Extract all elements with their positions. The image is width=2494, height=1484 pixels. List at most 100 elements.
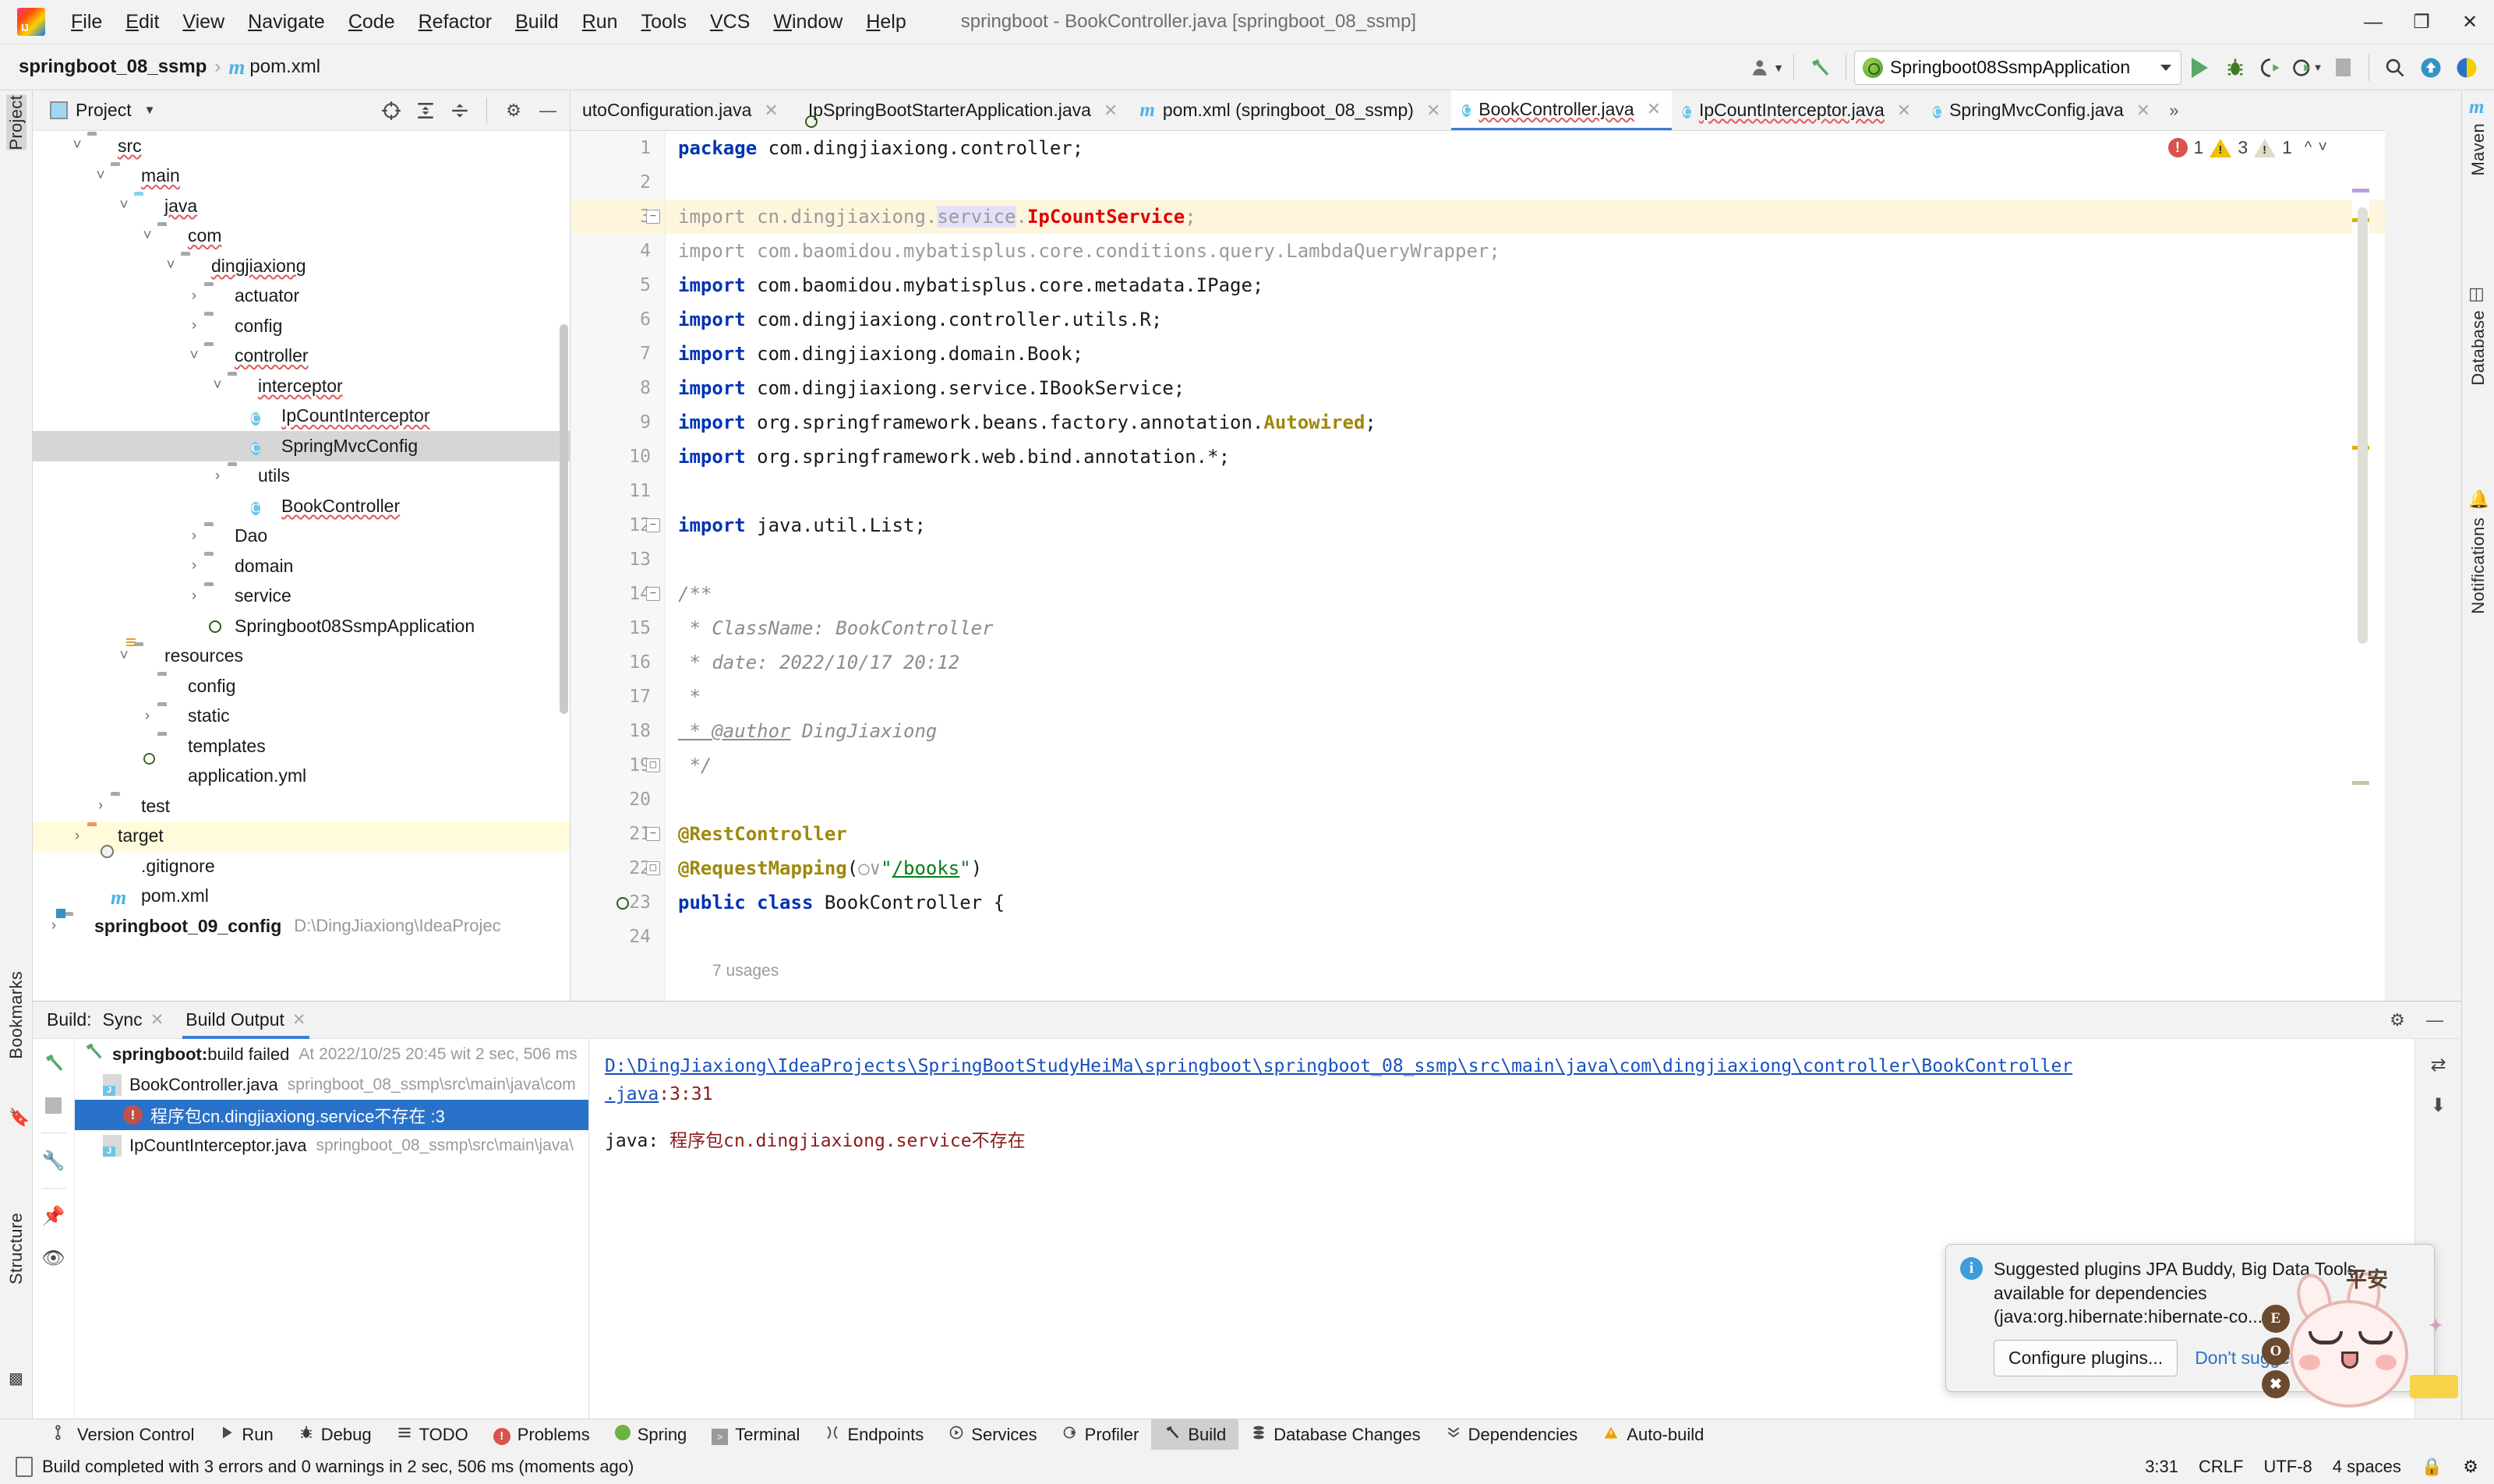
gutter-line-18[interactable]: 18	[571, 714, 665, 748]
tree-expander[interactable]: ˅	[161, 257, 181, 274]
tree-expander[interactable]: ›	[137, 708, 157, 725]
tree-expander[interactable]: ˅	[114, 648, 134, 665]
tab-overflow-icon[interactable]: »	[2161, 90, 2186, 130]
code-line-10[interactable]: import org.springframework.web.bind.anno…	[666, 440, 2385, 474]
maximize-button[interactable]: ❐	[2397, 0, 2446, 44]
tool-window-button-services[interactable]: Services	[936, 1419, 1049, 1450]
gutter-line-4[interactable]: 4	[571, 234, 665, 268]
chevron-down-icon-inspect[interactable]: ˅	[2318, 139, 2327, 157]
tree-expander[interactable]: ›	[184, 528, 204, 545]
search-icon[interactable]	[2377, 50, 2413, 86]
menu-run[interactable]: Run	[571, 8, 630, 37]
build-row-3[interactable]: IpCountInterceptor.java springboot_08_ssm…	[75, 1130, 588, 1161]
tree-expander[interactable]: ˅	[67, 137, 87, 154]
tree-expander[interactable]: ›	[44, 917, 64, 935]
tree-expander[interactable]: ›	[184, 557, 204, 574]
tree-node-templates[interactable]: templates	[33, 731, 570, 761]
editor-tab-ipspringbootstarterapplication-java[interactable]: IpSpringBootStarterApplication.java ✕	[790, 90, 1129, 130]
tree-node-java[interactable]: ˅ java	[33, 191, 570, 221]
gutter-line-20[interactable]: 20	[571, 783, 665, 817]
gutter-line-10[interactable]: 10	[571, 440, 665, 474]
hammer-icon[interactable]	[1802, 50, 1838, 86]
sidebar-item-project[interactable]: Project	[6, 95, 26, 150]
tool-window-button-spring[interactable]: Spring	[602, 1419, 700, 1450]
project-tree[interactable]: ˅ src ˅ main ˅ java ˅ com ˅ dingjiaxiong › actuator…	[33, 131, 570, 1001]
tree-expander[interactable]: ˅	[90, 168, 111, 185]
build-row-1[interactable]: BookController.java springboot_08_ssmp\sr…	[75, 1069, 588, 1100]
breadcrumb-file[interactable]: pom.xml	[249, 56, 320, 78]
code-line-6[interactable]: import com.dingjiaxiong.controller.utils…	[666, 302, 2385, 337]
update-project-icon[interactable]	[2413, 50, 2449, 86]
file-encoding[interactable]: UTF-8	[2263, 1457, 2312, 1477]
profile-button[interactable]: ▼	[2289, 50, 2325, 86]
project-scrollbar[interactable]	[560, 324, 568, 714]
menu-code[interactable]: Code	[337, 8, 407, 37]
tool-window-button-auto-build[interactable]: Auto-build	[1590, 1419, 1716, 1450]
close-icon[interactable]: ✕	[1647, 99, 1661, 119]
editor-tab-ipcountinterceptor-java[interactable]: C IpCountInterceptor.java ✕	[1672, 90, 1922, 130]
code-line-9[interactable]: import org.springframework.beans.factory…	[666, 405, 2385, 440]
tree-node-ipcountinterceptor[interactable]: C IpCountInterceptor	[33, 401, 570, 432]
sidebar-item-notifications[interactable]: Notifications	[2468, 518, 2489, 614]
tool-window-button-run[interactable]: Run	[207, 1419, 285, 1450]
caret-position[interactable]: 3:31	[2145, 1457, 2178, 1477]
code-line-12[interactable]: import java.util.List;	[666, 508, 2385, 542]
run-button[interactable]	[2181, 50, 2217, 86]
dont-suggest-link[interactable]: Don't suggest	[2195, 1348, 2304, 1369]
build-row-0[interactable]: springboot: build failed At 2022/10/25 20…	[75, 1039, 588, 1069]
lock-icon[interactable]: 🔒	[2422, 1457, 2443, 1477]
tree-node-utils[interactable]: › utils	[33, 461, 570, 492]
gutter-line-8[interactable]: 8	[571, 371, 665, 405]
menu-file[interactable]: File	[59, 8, 114, 37]
tree-node-target[interactable]: › target	[33, 821, 570, 851]
close-icon[interactable]: ✕	[2136, 101, 2150, 121]
wrap-text-icon[interactable]: ⇄	[2424, 1050, 2453, 1079]
close-icon[interactable]: ✕	[292, 1010, 306, 1030]
build-error-link-row[interactable]: D:\DingJiaxiong\IdeaProjects\SpringBootS…	[605, 1053, 2399, 1108]
editor-tab-springmvcconfig-java[interactable]: C SpringMvcConfig.java ✕	[1922, 90, 2161, 130]
build-error-path[interactable]: D:\DingJiaxiong\IdeaProjects\SpringBootS…	[605, 1056, 2072, 1076]
tree-node-springmvcconfig[interactable]: C SpringMvcConfig	[33, 431, 570, 461]
sidebar-item-maven[interactable]: Maven	[2468, 123, 2489, 176]
tree-node-test[interactable]: › test	[33, 791, 570, 822]
tree-expander[interactable]: ˅	[137, 228, 157, 245]
wrench-icon[interactable]: 🔧	[39, 1146, 69, 1175]
code-line-3[interactable]: import cn.dingjiaxiong.service.IpCountSe…	[666, 200, 2385, 234]
fold-handle-icon[interactable]: □	[646, 758, 660, 772]
tree-expander[interactable]: ˅	[114, 197, 134, 214]
sidebar-item-bookmarks[interactable]: Bookmarks	[6, 971, 26, 1059]
sidebar-item-structure[interactable]: Structure	[6, 1213, 26, 1284]
code-line-21[interactable]: @RestController	[666, 817, 2385, 851]
code-line-19[interactable]: */	[666, 748, 2385, 783]
gutter-line-1[interactable]: 1	[571, 131, 665, 165]
tab-sync[interactable]: Sync ✕	[92, 1002, 175, 1039]
user-icon[interactable]: ▼	[1750, 50, 1786, 86]
fold-handle-icon[interactable]: □	[646, 861, 660, 875]
fold-handle-icon[interactable]: −	[646, 827, 660, 841]
tree-node-bookcontroller[interactable]: C BookController	[33, 491, 570, 521]
indent-setting[interactable]: 4 spaces	[2333, 1457, 2401, 1477]
fold-handle-icon[interactable]: −	[646, 210, 660, 224]
code-content[interactable]: package com.dingjiaxiong.controller; impo…	[666, 131, 2385, 1001]
tree-node-resources[interactable]: ˅ resources	[33, 638, 570, 672]
expand-all-icon[interactable]	[410, 95, 441, 126]
gutter-line-2[interactable]: 2	[571, 165, 665, 200]
minimize-button[interactable]: —	[2349, 0, 2397, 44]
tree-expander[interactable]: ›	[207, 468, 228, 485]
code-line-1[interactable]: package com.dingjiaxiong.controller;	[666, 131, 2385, 165]
code-line-18[interactable]: * @author DingJiaxiong	[666, 714, 2385, 748]
configure-plugins-button[interactable]: Configure plugins...	[1994, 1339, 2178, 1376]
tree-expander[interactable]: ›	[184, 288, 204, 305]
tree-expander[interactable]: ˅	[207, 377, 228, 394]
tool-window-button-endpoints[interactable]: Endpoints	[812, 1419, 936, 1450]
tree-node-com[interactable]: ˅ com	[33, 221, 570, 252]
close-icon[interactable]: ✕	[1426, 101, 1440, 121]
tree-expander[interactable]: ›	[184, 588, 204, 605]
pin-icon[interactable]: 📌	[39, 1201, 69, 1231]
tool-window-button-build[interactable]: Build	[1151, 1419, 1239, 1450]
gutter-line-24[interactable]: 24	[571, 920, 665, 954]
menu-edit[interactable]: Edit	[114, 8, 171, 37]
tree-node-pom-xml[interactable]: m pom.xml	[33, 882, 570, 912]
code-line-23[interactable]: public class BookController {	[666, 885, 2385, 920]
gutter-line-5[interactable]: 5	[571, 268, 665, 302]
